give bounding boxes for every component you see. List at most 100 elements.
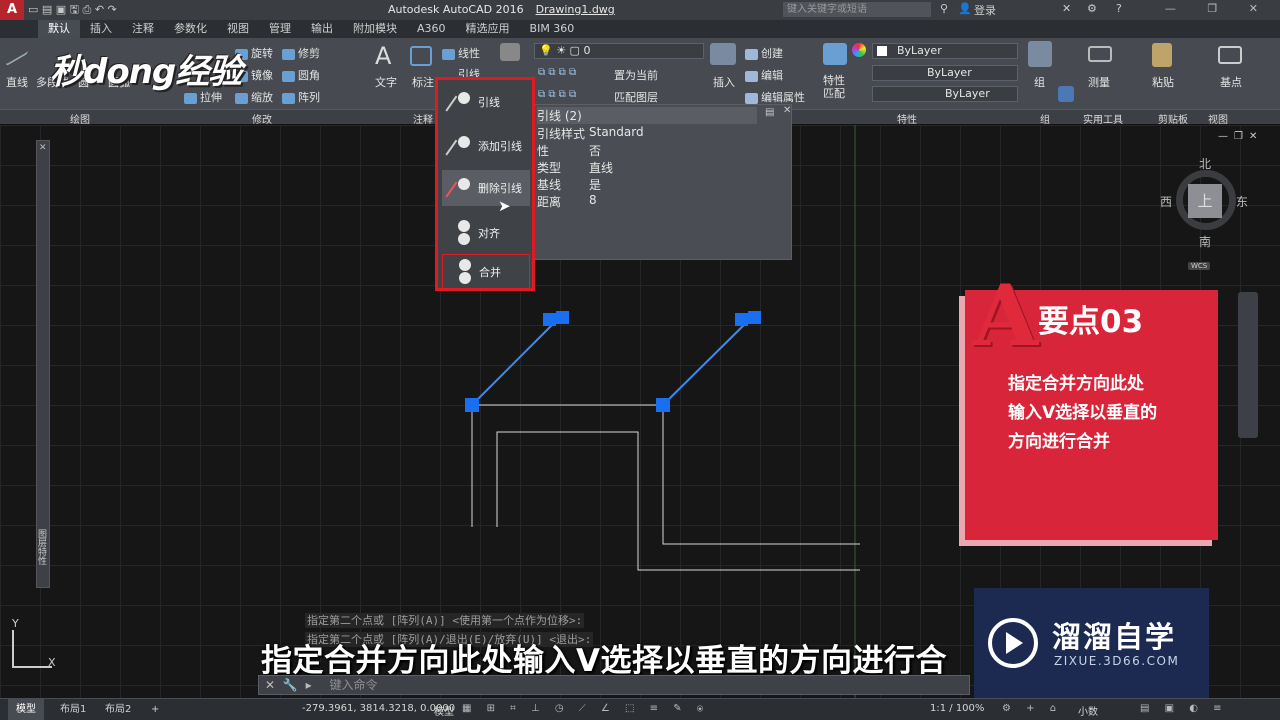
command-input[interactable]: ✕ 🔧 ▸ 键入命令 bbox=[258, 675, 970, 695]
layout-tab-2[interactable]: 布局2 bbox=[97, 699, 139, 720]
annotation-scale[interactable]: 1:1 / 100% bbox=[930, 703, 984, 714]
wcs-menu[interactable]: WCS bbox=[1188, 262, 1211, 270]
group-button[interactable]: 组 bbox=[1034, 74, 1045, 90]
layer-tools-icon-2[interactable]: ⧉ ⧉ ⧉ ⧉ bbox=[538, 89, 576, 100]
command-close-icon[interactable]: ✕ bbox=[265, 678, 275, 692]
group-select-icon[interactable] bbox=[1058, 86, 1074, 102]
user-icon[interactable]: 👤 bbox=[958, 2, 972, 15]
tab-a360[interactable]: A360 bbox=[407, 20, 456, 38]
match-properties-button[interactable]: 特性 匹配 bbox=[823, 74, 845, 100]
panel-draw[interactable]: 绘图 bbox=[70, 111, 90, 126]
base-view-button[interactable]: 基点 bbox=[1220, 74, 1242, 90]
measure-button[interactable]: 测量 bbox=[1088, 74, 1110, 90]
login-link[interactable]: 登录 bbox=[974, 2, 996, 18]
tab-addins[interactable]: 附加模块 bbox=[343, 20, 407, 38]
help-icon[interactable]: ? bbox=[1116, 2, 1122, 15]
tab-featured-apps[interactable]: 精选应用 bbox=[456, 20, 520, 38]
lineweight-dropdown[interactable]: ByLayer bbox=[872, 86, 1018, 102]
insert-block-button[interactable]: 插入 bbox=[713, 74, 735, 90]
grip-2[interactable] bbox=[656, 398, 670, 412]
fillet-button[interactable]: 圆角 bbox=[282, 67, 320, 83]
grip-3[interactable] bbox=[543, 313, 556, 326]
compass-north[interactable]: 北 bbox=[1199, 155, 1211, 172]
create-block-button[interactable]: 创建 bbox=[745, 45, 783, 61]
layout-tab-model[interactable]: 模型 bbox=[8, 699, 44, 720]
viewcube[interactable]: 上 北 南 西 东 bbox=[1160, 157, 1248, 249]
property-row[interactable]: 基线 是 bbox=[537, 176, 601, 193]
panel-annotation[interactable]: 注释 bbox=[413, 111, 433, 126]
add-layout-icon[interactable]: + bbox=[143, 699, 167, 720]
tab-bim360[interactable]: BIM 360 bbox=[520, 20, 585, 38]
layer-properties-palette[interactable]: ✕ 图层特性 bbox=[36, 140, 50, 588]
property-row[interactable]: 类型 直线 bbox=[537, 159, 613, 176]
navigation-bar[interactable] bbox=[1238, 292, 1258, 438]
grip-4[interactable] bbox=[556, 311, 569, 324]
paste-button[interactable]: 粘贴 bbox=[1152, 74, 1174, 90]
linetype-dropdown[interactable]: ByLayer bbox=[872, 65, 1018, 81]
line-button[interactable]: 直线 bbox=[6, 74, 28, 90]
layer-tools-icon[interactable]: ⧉ ⧉ ⧉ ⧉ bbox=[538, 67, 576, 78]
grip-5[interactable] bbox=[735, 313, 748, 326]
property-row[interactable]: 距离 8 bbox=[537, 193, 597, 210]
model-space-toggle[interactable]: 模型 bbox=[434, 703, 454, 718]
layer-dropdown[interactable]: 💡 ☀ ▢ 0 bbox=[534, 43, 704, 59]
tab-manage[interactable]: 管理 bbox=[259, 20, 301, 38]
set-current-button[interactable]: 置为当前 bbox=[614, 67, 658, 83]
grip-6[interactable] bbox=[748, 311, 761, 324]
leader-line-1[interactable] bbox=[471, 320, 557, 406]
layout-tab-1[interactable]: 布局1 bbox=[52, 699, 94, 720]
menu-item-remove-leader[interactable]: 删除引线 bbox=[442, 170, 530, 206]
window-controls[interactable]: — ❐ ✕ bbox=[1165, 2, 1272, 15]
array-button[interactable]: 阵列 bbox=[282, 89, 320, 105]
tab-parametric[interactable]: 参数化 bbox=[164, 20, 217, 38]
panel-groups[interactable]: 组 bbox=[1040, 111, 1050, 126]
viewport-controls[interactable]: —❐✕ bbox=[1218, 131, 1263, 142]
text-button[interactable]: 文字 bbox=[375, 74, 397, 90]
compass-south[interactable]: 南 bbox=[1199, 233, 1211, 250]
tab-view[interactable]: 视图 bbox=[217, 20, 259, 38]
panel-modify[interactable]: 修改 bbox=[252, 111, 272, 126]
viewcube-top-face[interactable]: 上 bbox=[1188, 184, 1222, 218]
command-wrench-icon[interactable]: 🔧 bbox=[283, 678, 298, 692]
tab-annotate[interactable]: 注释 bbox=[122, 20, 164, 38]
exchange-icon[interactable]: ✕ bbox=[1062, 2, 1071, 15]
search-input[interactable]: 键入关键字或短语 bbox=[783, 2, 931, 17]
panel-properties[interactable]: 特性 bbox=[897, 111, 917, 126]
palette-close-icon[interactable]: ✕ bbox=[39, 143, 47, 153]
edit-block-button[interactable]: 编辑 bbox=[745, 67, 783, 83]
menu-item-leader[interactable]: 引线 bbox=[442, 84, 530, 120]
dimension-button[interactable]: 标注 bbox=[412, 74, 434, 90]
binoculars-icon[interactable]: ⚲ bbox=[940, 2, 948, 15]
match-layer-button[interactable]: 匹配图层 bbox=[614, 89, 658, 105]
quick-access-toolbar[interactable]: ▭ ▤ ▣ 🖫 ⎙ ↶ ↷ bbox=[24, 1, 121, 20]
workspace-icons[interactable]: ⚙ + ⌂ bbox=[1002, 703, 1062, 714]
edit-attributes-button[interactable]: 编辑属性 bbox=[745, 89, 805, 105]
autocad-logo[interactable]: A bbox=[0, 0, 24, 20]
compass-east[interactable]: 东 bbox=[1236, 193, 1248, 210]
a360-icon[interactable]: ⚙ bbox=[1087, 2, 1097, 15]
status-menu-icons[interactable]: ▤ ▣ ◐ ≡ bbox=[1140, 703, 1228, 714]
tab-insert[interactable]: 插入 bbox=[80, 20, 122, 38]
units-readout[interactable]: 小数 bbox=[1078, 703, 1098, 718]
panel-settings-icon[interactable]: ▤ bbox=[765, 107, 774, 118]
panel-close-icon[interactable]: ✕ bbox=[783, 105, 791, 116]
panel-utilities[interactable]: 实用工具 bbox=[1083, 111, 1123, 126]
leader-line-2[interactable] bbox=[662, 320, 749, 406]
layer-properties-icon[interactable] bbox=[500, 43, 520, 61]
linear-button[interactable]: 线性 bbox=[442, 45, 480, 61]
grip-1[interactable] bbox=[465, 398, 479, 412]
compass-west[interactable]: 西 bbox=[1160, 193, 1172, 210]
property-row[interactable]: 性否 bbox=[537, 142, 601, 159]
panel-view[interactable]: 视图 bbox=[1208, 111, 1228, 126]
panel-clipboard[interactable]: 剪贴板 bbox=[1158, 111, 1188, 126]
menu-item-add-leader[interactable]: 添加引线 bbox=[442, 128, 530, 164]
tab-output[interactable]: 输出 bbox=[301, 20, 343, 38]
tab-default[interactable]: 默认 bbox=[38, 20, 80, 38]
drafting-toggles[interactable]: ▦ ⊞ ⌗ ⊥ ◷ ⟋ ∠ ⬚ ≡ ✎ ⦿ bbox=[462, 703, 709, 714]
menu-item-collect[interactable]: 合并 bbox=[442, 254, 530, 290]
quick-properties-panel[interactable]: 引线 (2) ▤ ✕ 引线样式 Standard 性否 类型 直线 基线是 距离 8 bbox=[530, 104, 792, 260]
coordinates-readout[interactable]: -279.3961, 3814.3218, 0.0000 bbox=[302, 703, 455, 714]
menu-item-align[interactable]: 对齐 bbox=[442, 215, 530, 251]
color-dropdown[interactable]: ByLayer bbox=[872, 43, 1018, 59]
property-row[interactable]: 引线样式 Standard bbox=[537, 125, 644, 142]
